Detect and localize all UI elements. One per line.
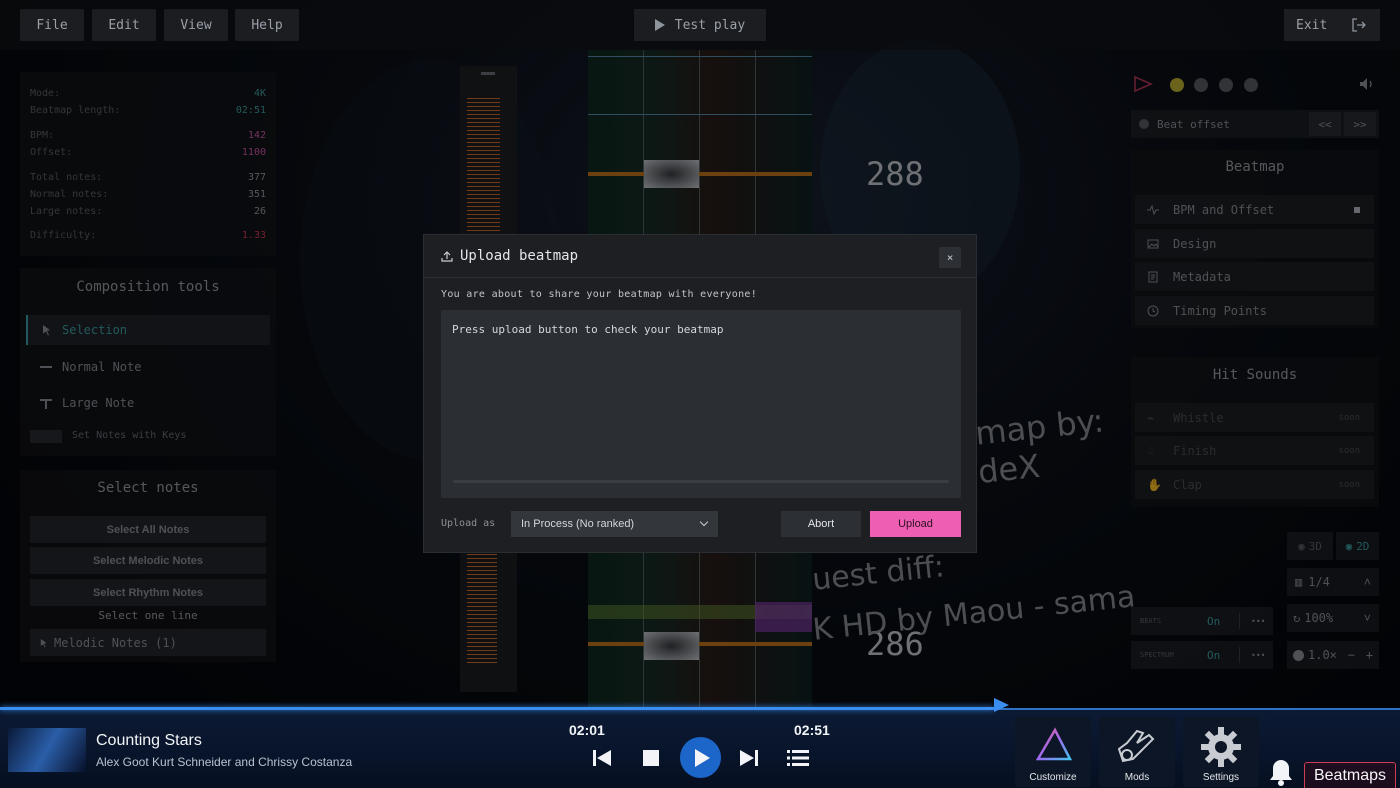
upload-as-value: In Process (No ranked) [521, 518, 635, 530]
triangle-logo-icon [1035, 727, 1073, 761]
dialog-header: Upload beatmap × [424, 235, 976, 278]
stop-icon[interactable] [639, 746, 663, 770]
mods-hand-icon [1117, 729, 1155, 763]
chevron-down-icon [699, 517, 709, 527]
bell-icon[interactable] [1268, 758, 1294, 786]
song-title: Counting Stars [96, 732, 202, 749]
current-time: 02:01 [569, 722, 605, 738]
dialog-title: Upload beatmap [460, 248, 579, 264]
upload-log-text: Press upload button to check your beatma… [452, 323, 724, 336]
exit-label: Exit [1296, 17, 1328, 33]
upload-as-label: Upload as [441, 518, 496, 529]
nav-label: Customize [1029, 772, 1077, 783]
exit-icon [1352, 18, 1367, 32]
play-icon [654, 19, 665, 31]
file-menu[interactable]: File [20, 9, 84, 41]
abort-button[interactable]: Abort [781, 511, 861, 537]
edit-menu-label: Edit [108, 17, 140, 33]
upload-log-area[interactable]: Press upload button to check your beatma… [441, 310, 961, 498]
close-button[interactable]: × [939, 247, 961, 268]
upload-button[interactable]: Upload [870, 511, 961, 537]
play-button[interactable] [680, 737, 721, 778]
view-menu-label: View [180, 17, 212, 33]
upload-beatmap-dialog: Upload beatmap × You are about to share … [423, 234, 977, 553]
album-cover [8, 728, 86, 772]
top-menu-bar: File Edit View Help Test play Exit [0, 0, 1400, 50]
settings-button[interactable]: Settings [1183, 717, 1259, 787]
help-menu[interactable]: Help [235, 9, 299, 41]
mods-button[interactable]: Mods [1099, 717, 1175, 787]
test-play-button[interactable]: Test play [634, 9, 766, 41]
exit-button[interactable]: Exit [1284, 9, 1380, 41]
gear-icon [1201, 727, 1241, 767]
help-menu-label: Help [251, 17, 283, 33]
dialog-message: You are about to share your beatmap with… [441, 289, 758, 300]
file-menu-label: File [36, 17, 68, 33]
playhead-triangle-icon[interactable] [991, 696, 1011, 714]
playback-progress[interactable] [0, 707, 994, 710]
beatmaps-button[interactable]: Beatmaps [1304, 762, 1396, 788]
test-play-label: Test play [674, 17, 746, 33]
next-track-icon[interactable] [737, 746, 761, 770]
song-artist: Alex Goot Kurt Schneider and Chrissy Cos… [96, 755, 353, 769]
total-time: 02:51 [794, 722, 830, 738]
music-player-bar: Counting Stars Alex Goot Kurt Schneider … [0, 698, 1400, 788]
upload-as-select[interactable]: In Process (No ranked) [511, 511, 718, 537]
previous-track-icon[interactable] [590, 746, 614, 770]
upload-log-scrollbar[interactable] [453, 480, 949, 483]
edit-menu[interactable]: Edit [92, 9, 156, 41]
play-icon [695, 749, 710, 767]
nav-label: Settings [1202, 772, 1240, 783]
nav-label: Mods [1124, 772, 1150, 783]
view-menu[interactable]: View [164, 9, 228, 41]
upload-icon [441, 251, 453, 262]
playlist-icon[interactable] [786, 746, 810, 770]
close-icon: × [946, 251, 954, 264]
customize-button[interactable]: Customize [1015, 717, 1091, 787]
